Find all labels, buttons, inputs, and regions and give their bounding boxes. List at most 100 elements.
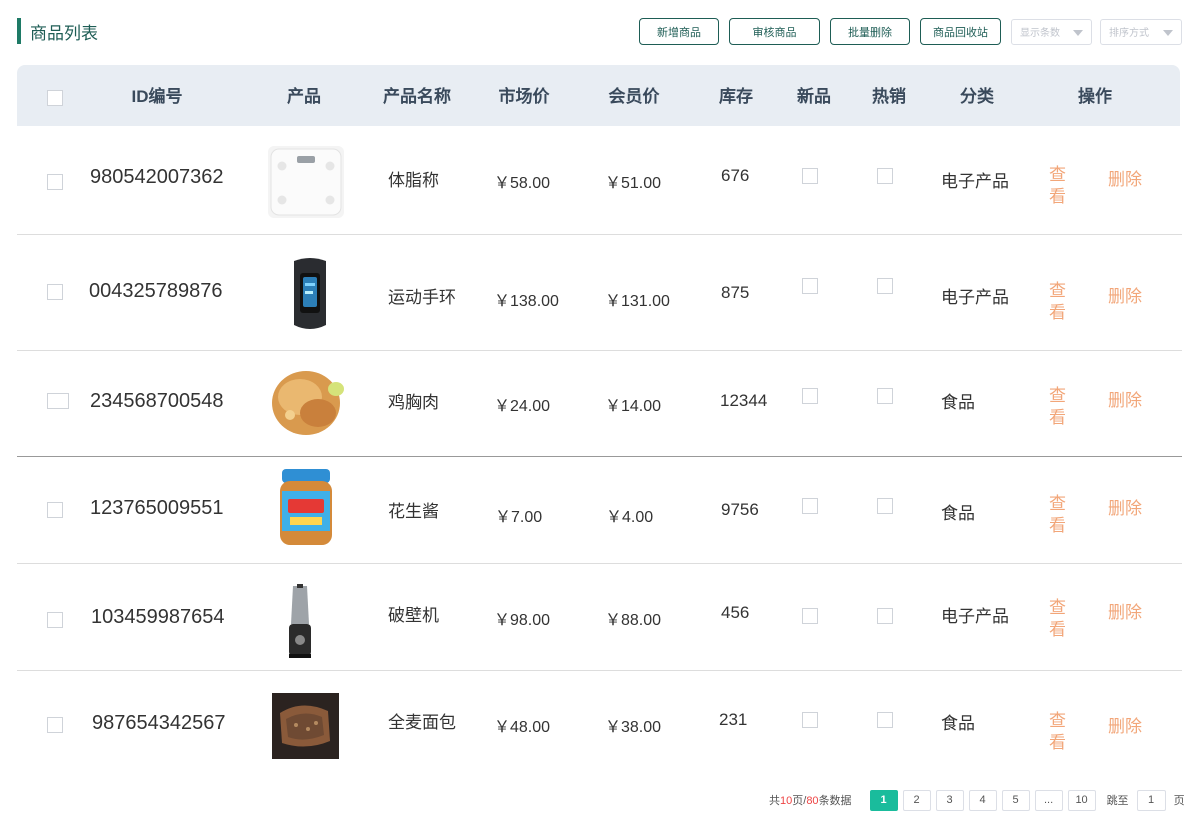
page-size-placeholder: 显示条数 bbox=[1020, 28, 1060, 39]
product-name: 运动手环 bbox=[388, 288, 456, 307]
product-id: 980542007362 bbox=[90, 166, 224, 188]
page-button-10[interactable]: 10 bbox=[1067, 789, 1096, 811]
header-hot: 热销 bbox=[872, 87, 906, 106]
jump-label: 跳至 bbox=[1106, 795, 1129, 807]
page-unit-label: 页 bbox=[1173, 795, 1185, 807]
header-category: 分类 bbox=[960, 87, 994, 106]
market-price: ￥138.00 bbox=[494, 293, 559, 310]
category: 电子产品 bbox=[941, 288, 1009, 307]
member-price: ￥38.00 bbox=[605, 719, 662, 736]
header-product-name: 产品名称 bbox=[383, 87, 451, 106]
market-price: ￥98.00 bbox=[494, 612, 551, 629]
new-product-checkbox[interactable] bbox=[802, 608, 818, 624]
category: 食品 bbox=[941, 714, 975, 733]
view-link[interactable]: 查看 bbox=[1049, 710, 1069, 754]
title-accent-bar bbox=[17, 18, 21, 44]
table-row: 987654342567 全麦面包 ￥48.00 ￥38.00 231 食品 查… bbox=[17, 671, 1182, 775]
recycle-bin-button[interactable]: 商品回收站 bbox=[920, 18, 1001, 45]
hot-product-checkbox[interactable] bbox=[877, 278, 893, 294]
member-price: ￥88.00 bbox=[605, 612, 662, 629]
total-suffix: 条数据 bbox=[818, 795, 852, 807]
row-checkbox[interactable] bbox=[47, 393, 69, 409]
table-row: 123765009551 花生酱 ￥7.00 ￥4.00 9756 食品 查看 … bbox=[17, 457, 1182, 564]
hot-product-checkbox[interactable] bbox=[877, 608, 893, 624]
new-product-checkbox[interactable] bbox=[802, 388, 818, 404]
pagination: 共10页/80条数据 1 2 3 4 5 ... 10 跳至 1 页 bbox=[769, 789, 1185, 811]
stock: 875 bbox=[721, 283, 750, 302]
page-ellipsis[interactable]: ... bbox=[1034, 789, 1063, 811]
peanut-butter-image bbox=[276, 465, 336, 549]
category: 食品 bbox=[941, 393, 975, 412]
delete-link[interactable]: 删除 bbox=[1108, 712, 1142, 737]
header-id: ID编号 bbox=[131, 87, 183, 106]
delete-link[interactable]: 删除 bbox=[1108, 165, 1142, 190]
delete-link[interactable]: 删除 bbox=[1108, 494, 1142, 519]
delete-link[interactable]: 删除 bbox=[1108, 282, 1142, 307]
product-name: 破壁机 bbox=[388, 606, 439, 625]
product-name: 花生酱 bbox=[388, 502, 439, 521]
stock: 231 bbox=[719, 710, 748, 729]
stock: 676 bbox=[721, 166, 750, 185]
page-button-5[interactable]: 5 bbox=[1001, 789, 1030, 811]
header-member-price: 会员价 bbox=[608, 87, 660, 106]
delete-link[interactable]: 删除 bbox=[1108, 598, 1142, 623]
product-id: 234568700548 bbox=[90, 390, 224, 412]
new-product-checkbox[interactable] bbox=[802, 498, 818, 514]
new-product-checkbox[interactable] bbox=[802, 712, 818, 728]
new-product-checkbox[interactable] bbox=[802, 168, 818, 184]
row-checkbox[interactable] bbox=[47, 717, 63, 733]
view-link[interactable]: 查看 bbox=[1049, 280, 1069, 324]
batch-delete-button[interactable]: 批量删除 bbox=[830, 18, 910, 45]
table-header: ID编号 产品 产品名称 市场价 会员价 库存 新品 热销 分类 操作 bbox=[17, 65, 1180, 126]
row-checkbox[interactable] bbox=[47, 174, 63, 190]
pagination-total: 共10页/80条数据 bbox=[769, 792, 852, 808]
hot-product-checkbox[interactable] bbox=[877, 168, 893, 184]
view-link[interactable]: 查看 bbox=[1049, 385, 1069, 429]
hot-product-checkbox[interactable] bbox=[877, 712, 893, 728]
delete-link[interactable]: 删除 bbox=[1108, 386, 1142, 411]
select-all-checkbox[interactable] bbox=[47, 90, 63, 106]
page-button-1[interactable]: 1 bbox=[869, 789, 898, 811]
chicken-breast-image bbox=[266, 359, 348, 445]
stock: 456 bbox=[721, 603, 750, 622]
member-price: ￥4.00 bbox=[606, 509, 654, 526]
market-price: ￥24.00 bbox=[494, 398, 551, 415]
product-id: 123765009551 bbox=[90, 497, 224, 519]
page-title: 商品列表 bbox=[30, 23, 98, 43]
row-checkbox[interactable] bbox=[47, 284, 63, 300]
chevron-down-icon bbox=[1163, 29, 1173, 36]
member-price: ￥51.00 bbox=[605, 175, 662, 192]
new-product-checkbox[interactable] bbox=[802, 278, 818, 294]
row-checkbox[interactable] bbox=[47, 612, 63, 628]
header-market-price: 市场价 bbox=[498, 87, 550, 106]
category: 电子产品 bbox=[941, 172, 1009, 191]
blender-image bbox=[285, 584, 315, 660]
table-row: 980542007362 体脂称 ￥58.00 ￥51.00 676 电子产品 … bbox=[17, 126, 1182, 235]
market-price: ￥58.00 bbox=[494, 175, 551, 192]
whole-wheat-bread-image bbox=[272, 693, 339, 759]
table-row: 234568700548 鸡胸肉 ￥24.00 ￥14.00 12344 食品 … bbox=[17, 351, 1182, 457]
page-button-2[interactable]: 2 bbox=[902, 789, 931, 811]
view-link[interactable]: 查看 bbox=[1049, 164, 1069, 208]
page-size-select[interactable]: 显示条数 bbox=[1011, 18, 1092, 45]
product-id: 987654342567 bbox=[92, 712, 226, 734]
row-checkbox[interactable] bbox=[47, 502, 63, 518]
body-fat-scale-image bbox=[268, 146, 344, 218]
page-separator: 页/ bbox=[792, 795, 807, 807]
add-product-button[interactable]: 新增商品 bbox=[639, 18, 719, 45]
jump-page-input[interactable]: 1 bbox=[1136, 789, 1166, 811]
total-prefix: 共 bbox=[769, 795, 780, 807]
hot-product-checkbox[interactable] bbox=[877, 388, 893, 404]
view-link[interactable]: 查看 bbox=[1049, 597, 1069, 641]
product-name: 体脂称 bbox=[388, 171, 439, 190]
sort-select[interactable]: 排序方式 bbox=[1100, 18, 1182, 45]
page-button-3[interactable]: 3 bbox=[935, 789, 964, 811]
market-price: ￥7.00 bbox=[495, 509, 543, 526]
review-product-button[interactable]: 审核商品 bbox=[729, 18, 820, 45]
page-button-4[interactable]: 4 bbox=[968, 789, 997, 811]
view-link[interactable]: 查看 bbox=[1049, 493, 1069, 537]
fitness-band-image bbox=[280, 255, 340, 333]
hot-product-checkbox[interactable] bbox=[877, 498, 893, 514]
toolbar: 新增商品 审核商品 批量删除 商品回收站 显示条数 排序方式 bbox=[639, 18, 1182, 45]
table-row: 103459987654 破壁机 ￥98.00 ￥88.00 456 电子产品 … bbox=[17, 564, 1182, 671]
